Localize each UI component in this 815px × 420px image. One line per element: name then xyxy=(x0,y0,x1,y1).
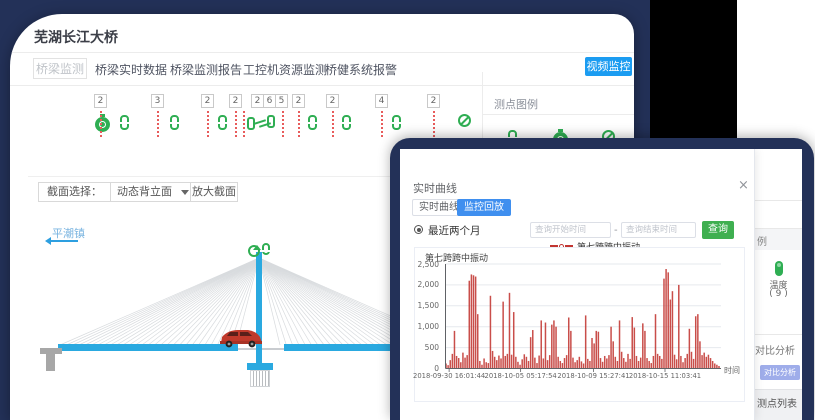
temperature-count: ( 9 ) xyxy=(755,289,802,299)
compare-analysis-button[interactable]: 对比分析 xyxy=(760,365,800,380)
page-title: 芜湖长江大桥 xyxy=(34,27,118,47)
query-button[interactable]: 查询 xyxy=(702,221,734,239)
bridge-deck-left xyxy=(58,344,238,351)
date-range-separator: - xyxy=(614,225,618,236)
sensor-count-badge: 2 xyxy=(326,94,339,108)
query-start-time-input[interactable] xyxy=(530,222,611,238)
tab-ipc-resource[interactable]: 工控机资源监测 xyxy=(243,61,327,78)
sensor-count-badge: 3 xyxy=(151,94,164,108)
dialog-title: 实时曲线 xyxy=(413,180,457,196)
y-tick-label: 2,500 xyxy=(415,260,439,269)
sensor-marker xyxy=(207,111,209,137)
dialog-window-page: 例 温度 ( 9 ) 对比分析 对比分析 测点列表 实时曲线 × 实时曲线图 监… xyxy=(400,149,802,420)
x-axis-name: 时间 xyxy=(724,365,740,376)
legend-panel-divider xyxy=(482,114,634,115)
sensor-marker xyxy=(332,111,334,137)
sensor-marker xyxy=(243,111,245,137)
car-image xyxy=(218,327,264,348)
tab-monitoring-playback[interactable]: 监控回放 xyxy=(457,199,511,216)
background-sidebar: 例 温度 ( 9 ) 对比分析 对比分析 测点列表 xyxy=(755,149,802,420)
tower-link-icon[interactable] xyxy=(262,243,270,255)
y-tick-label: 1,500 xyxy=(415,301,439,310)
location-label: 平潮镇 xyxy=(52,225,85,241)
y-axis-labels: 05001,0001,5002,0002,500 xyxy=(415,262,441,373)
sensor-count-badge: 2 xyxy=(427,94,440,108)
divider xyxy=(755,334,802,335)
sidebar-text-fragment: 例 xyxy=(757,233,767,248)
link-sensor-icon[interactable] xyxy=(120,115,129,130)
dialog-window: 例 温度 ( 9 ) 对比分析 对比分析 测点列表 实时曲线 × 实时曲线图 监… xyxy=(390,138,814,420)
bridge-pier-cap xyxy=(247,363,273,370)
rotation-sensor-icon[interactable] xyxy=(248,245,260,257)
sensor-count-badge: 2 xyxy=(94,94,107,108)
sensor-count-badge: 4 xyxy=(375,94,388,108)
video-surveillance-button[interactable]: 视频监控 xyxy=(585,57,632,76)
left-arrow-icon xyxy=(50,240,78,242)
sensor-marker xyxy=(381,111,383,137)
bridge-sensor-icon[interactable] xyxy=(247,115,275,131)
section-select-label: 截面选择： xyxy=(39,183,111,201)
tab-bar: 桥梁监测 桥梁实时数据 桥梁监测报告 工控机资源监测 桥健系统报警 xyxy=(10,58,634,85)
sensor-marker xyxy=(235,111,237,137)
realtime-curve-dialog: 实时曲线 × 实时曲线图 监控回放 最近两个月 - 查询 第七跨跨中振动 xyxy=(400,149,755,420)
x-tick-label: 2018-10-09 15:27:41 xyxy=(557,372,631,380)
x-tick-label: 2018-10-15 11:03:41 xyxy=(628,372,702,380)
tab-system-alarm[interactable]: 桥健系统报警 xyxy=(325,61,397,78)
black-screen-area xyxy=(650,0,737,140)
link-sensor-icon[interactable] xyxy=(218,115,227,130)
x-axis-labels: 2018-09-30 16:01:442018-10-05 05:17:5420… xyxy=(444,372,721,384)
last-two-months-label: 最近两个月 xyxy=(428,223,481,238)
desktop: 芜湖长江大桥 桥梁监测 桥梁实时数据 桥梁监测报告 工控机资源监测 桥健系统报警… xyxy=(0,0,815,420)
compare-analysis-label: 对比分析 xyxy=(755,342,802,357)
section-select-group: 截面选择： 动态背立面 xyxy=(38,182,196,202)
tab-bridge-monitoring[interactable]: 桥梁监测 xyxy=(33,58,87,79)
sensor-marker xyxy=(157,111,159,137)
close-icon[interactable]: × xyxy=(738,178,749,193)
sensor-marker xyxy=(433,111,435,137)
section-select-dropdown[interactable]: 动态背立面 xyxy=(111,183,195,201)
tab-realtime-data[interactable]: 桥梁实时数据 xyxy=(95,61,167,78)
sensor-count-badge: 2 xyxy=(292,94,305,108)
y-tick-label: 500 xyxy=(415,343,439,352)
tabs-divider xyxy=(10,85,634,86)
legend-panel-title: 测点图例 xyxy=(494,96,538,112)
link-sensor-icon[interactable] xyxy=(308,115,317,130)
tab-monitoring-report[interactable]: 桥梁监测报告 xyxy=(170,61,242,78)
link-sensor-icon[interactable] xyxy=(342,115,351,130)
sensor-count-badge: 2 xyxy=(229,94,242,108)
chevron-down-icon xyxy=(181,190,189,195)
x-tick-label: 2018-09-30 16:01:44 xyxy=(412,372,486,380)
panel-divider xyxy=(482,72,483,140)
stopwatch-icon[interactable] xyxy=(95,114,111,132)
bridge-tower xyxy=(256,252,262,365)
sensor-count-badge: 2 xyxy=(201,94,214,108)
bridge-piles xyxy=(250,370,270,387)
link-sensor-icon[interactable] xyxy=(392,115,401,130)
y-tick-label: 2,000 xyxy=(415,280,439,289)
chart-plot[interactable] xyxy=(444,262,721,373)
thermometer-icon[interactable] xyxy=(775,261,783,276)
point-list-label: 测点列表 xyxy=(757,395,797,410)
y-tick-label: 1,000 xyxy=(415,322,439,331)
zoom-section-button[interactable]: 放大截面 xyxy=(190,182,238,202)
title-divider xyxy=(10,52,634,53)
sensor-marker xyxy=(298,111,300,137)
sensor-count-badge: 5 xyxy=(275,94,288,108)
ban-sensor-icon[interactable] xyxy=(458,114,471,127)
link-sensor-icon[interactable] xyxy=(170,115,179,130)
divider xyxy=(755,200,802,201)
last-two-months-radio[interactable] xyxy=(414,225,423,234)
sensor-marker xyxy=(282,111,284,137)
sensor-marker xyxy=(100,111,102,137)
x-tick-label: 2018-10-05 05:17:54 xyxy=(484,372,558,380)
chart-card: 第七跨跨中振动 05001,0001,5002,0002,500 2018-09… xyxy=(414,247,745,402)
query-end-time-input[interactable] xyxy=(621,222,696,238)
